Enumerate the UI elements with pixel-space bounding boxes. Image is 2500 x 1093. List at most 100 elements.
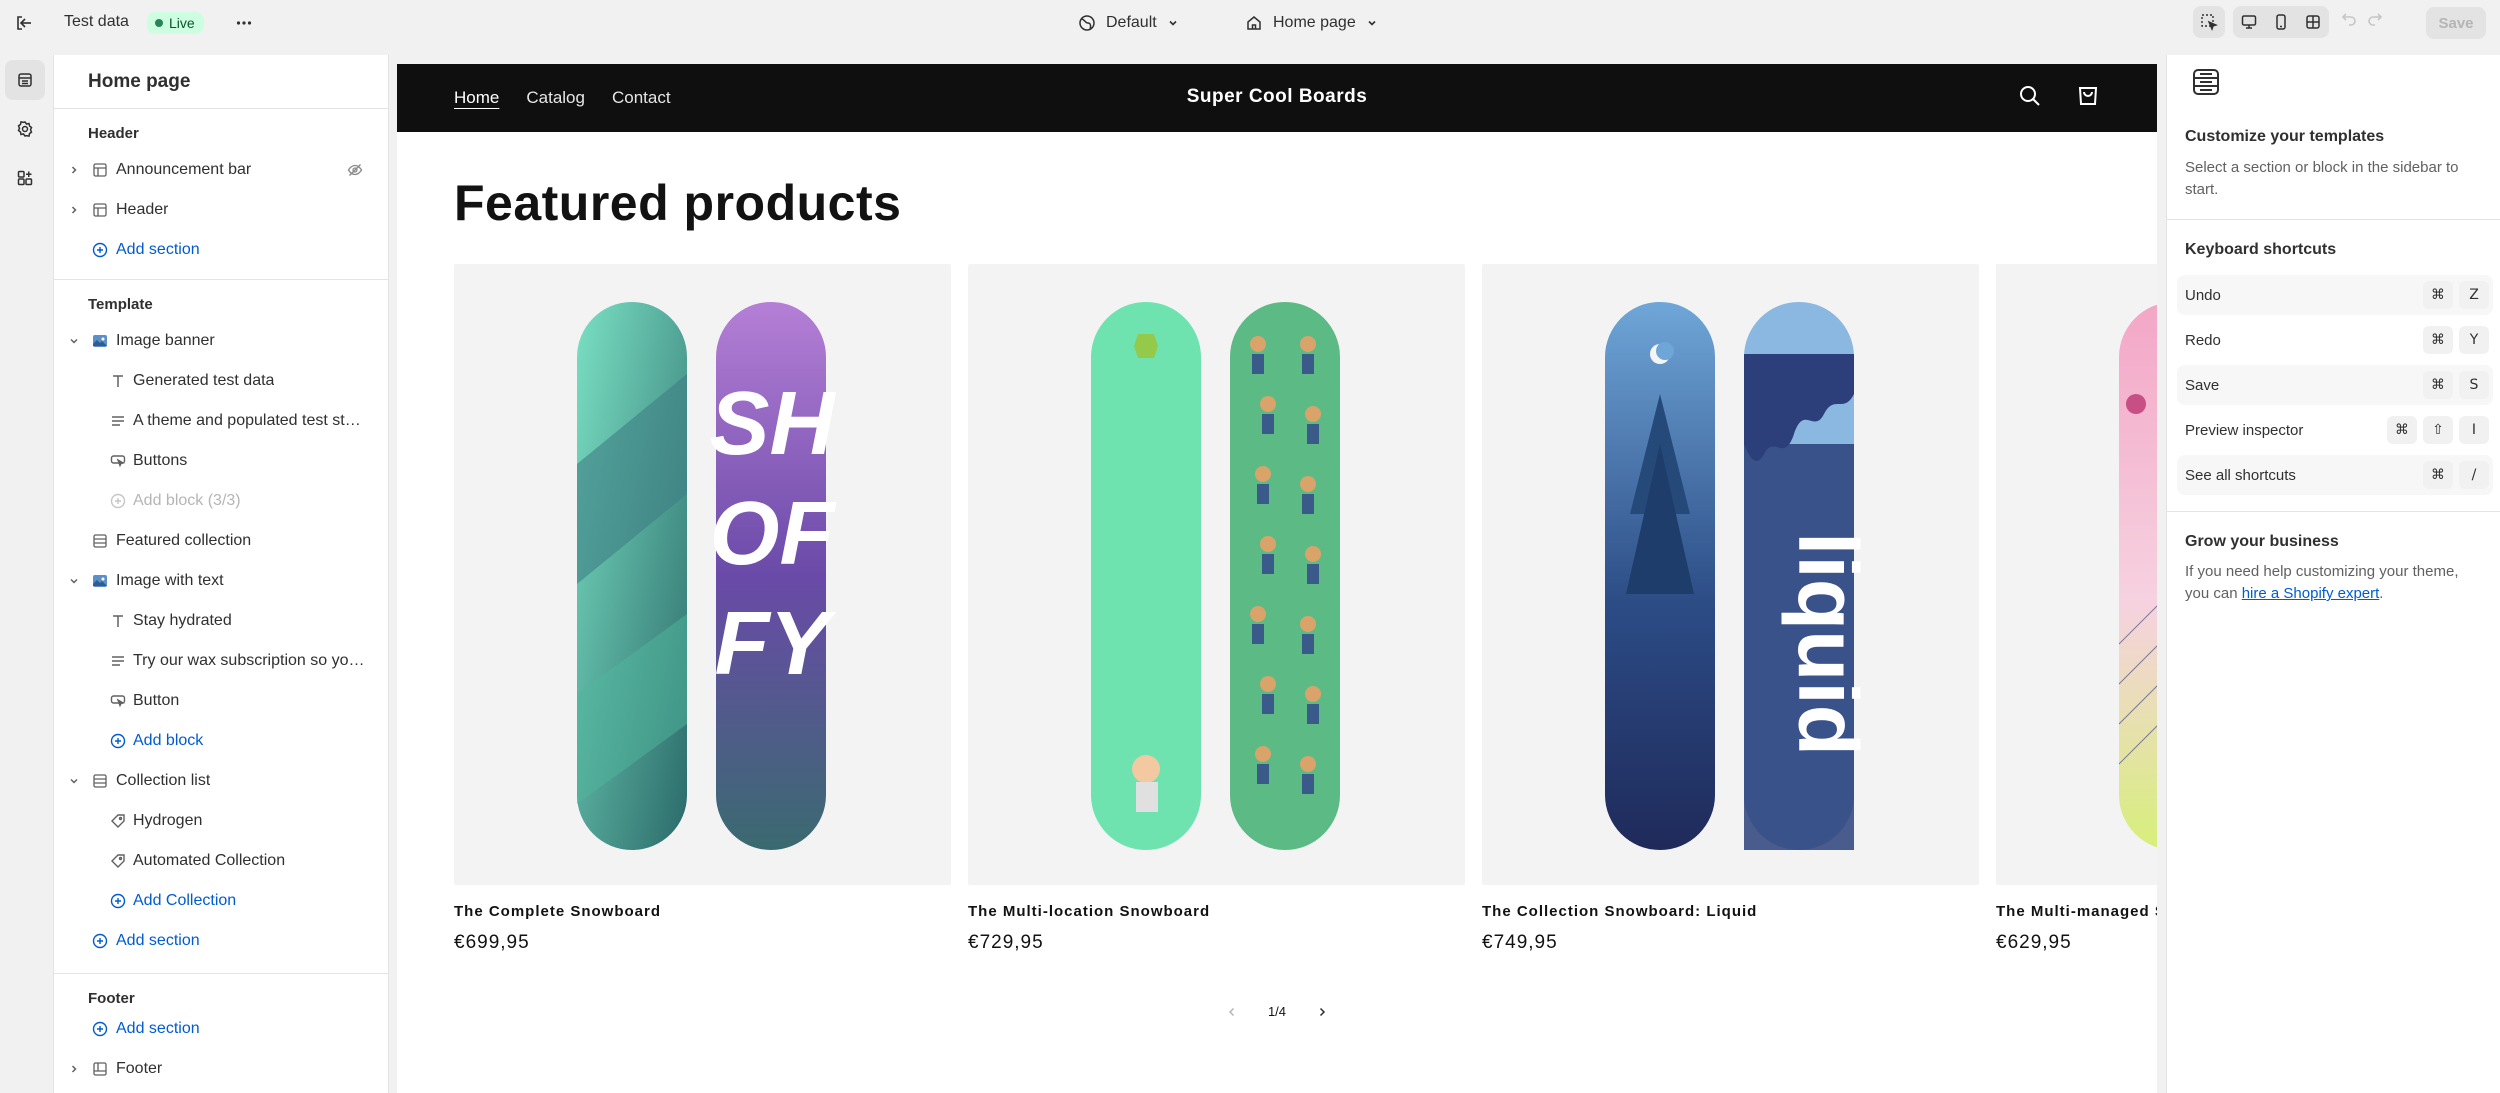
- hire-expert-link[interactable]: hire a Shopify expert: [2242, 585, 2380, 602]
- text-icon: [109, 612, 127, 630]
- sidebar-item-label: Image banner: [116, 332, 215, 349]
- editor-topbar: Test data Live Default Home page Save: [0, 0, 2500, 46]
- add-section-button[interactable]: Add section: [54, 923, 388, 959]
- product-title[interactable]: The Complete Snowboard: [454, 903, 951, 920]
- shortcut-label: Preview inspector: [2185, 421, 2304, 439]
- chevron-down-icon[interactable]: [68, 335, 80, 347]
- shortcut-label: Undo: [2185, 286, 2221, 304]
- fullscreen-view-icon[interactable]: [2297, 6, 2329, 38]
- desktop-view-icon[interactable]: [2233, 6, 2265, 38]
- block-item-collection[interactable]: Hydrogen: [54, 803, 388, 839]
- block-item-label: Try our wax subscription so you ...: [133, 652, 367, 669]
- chevron-left-icon[interactable]: [1226, 1006, 1238, 1018]
- sidebar-item-footer[interactable]: Footer: [54, 1051, 388, 1087]
- group-header-label: Header: [88, 125, 139, 142]
- product-card[interactable]: The Multi-location Snowboard €729,95: [968, 264, 1465, 954]
- section-layout-icon: [91, 201, 109, 219]
- divider: [54, 973, 388, 974]
- sidebar-item-announcement-bar[interactable]: Announcement bar: [54, 152, 388, 188]
- inspector-toggle-icon[interactable]: [2193, 6, 2225, 38]
- status-badge-label: Live: [169, 15, 195, 31]
- add-section-label: Add section: [116, 932, 200, 949]
- shortcut-row-redo: Redo ⌘ Y: [2177, 320, 2493, 360]
- undo-icon[interactable]: [2340, 9, 2358, 27]
- sidebar-item-header[interactable]: Header: [54, 192, 388, 228]
- more-actions-icon[interactable]: [230, 9, 258, 37]
- svg-text:liquid: liquid: [1781, 532, 1875, 756]
- chevron-right-icon[interactable]: [68, 1063, 80, 1075]
- customize-title: Customize your templates: [2185, 128, 2385, 145]
- chevron-right-icon[interactable]: [68, 204, 80, 216]
- block-item-buttons[interactable]: Buttons: [54, 443, 388, 479]
- svg-text:SH: SH: [709, 374, 836, 474]
- plus-circle-icon: [91, 241, 109, 259]
- home-icon: [1247, 16, 1261, 30]
- add-section-label: Add section: [116, 241, 200, 258]
- page-selector[interactable]: Home page: [1245, 9, 1378, 37]
- product-title[interactable]: The Multi-location Snowboard: [968, 903, 1465, 920]
- cart-icon[interactable]: [2075, 83, 2101, 109]
- chevron-down-icon[interactable]: [68, 775, 80, 787]
- theme-globe-icon: [1079, 15, 1095, 31]
- exit-icon[interactable]: [10, 9, 38, 37]
- command-key: ⌘: [2423, 371, 2453, 399]
- product-card[interactable]: The Multi-managed Snowboard €629,95: [1996, 264, 2157, 954]
- product-image[interactable]: SH OF FY: [454, 264, 951, 885]
- sidebar-item-label: Collection list: [116, 772, 211, 789]
- store-brand[interactable]: Super Cool Boards: [397, 86, 2157, 108]
- chevron-down-icon: [1169, 20, 1177, 26]
- storefront-preview[interactable]: Home Catalog Contact Super Cool Boards F…: [397, 64, 2157, 1093]
- hidden-eye-icon[interactable]: [347, 162, 363, 183]
- sidebar-item-label: Header: [116, 201, 169, 218]
- section-layout-icon: [91, 161, 109, 179]
- add-collection-button[interactable]: Add Collection: [54, 883, 388, 919]
- add-block-disabled-button[interactable]: Add block (3/3): [54, 483, 388, 519]
- mobile-view-icon[interactable]: [2265, 6, 2297, 38]
- pagination-counter: 1/4: [1267, 1004, 1287, 1019]
- product-price: €729,95: [968, 932, 1044, 953]
- sidebar-item-image-with-text[interactable]: Image with text: [54, 563, 388, 599]
- search-icon[interactable]: [2017, 83, 2043, 109]
- product-image[interactable]: [968, 264, 1465, 885]
- section-layout-icon: [91, 532, 109, 550]
- redo-icon[interactable]: [2366, 9, 2384, 27]
- block-item-heading[interactable]: Generated test data: [54, 363, 388, 399]
- block-item-text[interactable]: A theme and populated test store...: [54, 403, 388, 439]
- apps-icon[interactable]: [5, 158, 45, 198]
- settings-gear-icon[interactable]: [5, 109, 45, 149]
- paragraph-icon: [109, 412, 127, 430]
- product-image[interactable]: liquid: [1482, 264, 1979, 885]
- sidebar-item-collection-list[interactable]: Collection list: [54, 763, 388, 799]
- chevron-right-icon[interactable]: [1316, 1006, 1328, 1018]
- group-footer-label: Footer: [88, 990, 135, 1007]
- add-block-button[interactable]: Add block: [54, 723, 388, 759]
- inspector-panel: Customize your templates Select a sectio…: [2166, 55, 2500, 1093]
- product-image[interactable]: [1996, 264, 2157, 885]
- product-card[interactable]: liquid The Collection Snowboard: Liquid …: [1482, 264, 1979, 954]
- divider: [54, 108, 388, 109]
- block-item-collection[interactable]: Automated Collection: [54, 843, 388, 879]
- save-button[interactable]: Save: [2426, 7, 2486, 39]
- add-section-button[interactable]: Add section: [54, 1011, 388, 1047]
- product-card[interactable]: SH OF FY The Complete Snowboard €699,95: [454, 264, 951, 954]
- chevron-right-icon[interactable]: [68, 164, 80, 176]
- theme-selector[interactable]: Default: [1078, 9, 1179, 37]
- chevron-down-icon[interactable]: [68, 575, 80, 587]
- block-item-text[interactable]: Try our wax subscription so you ...: [54, 643, 388, 679]
- shortcut-row-undo: Undo ⌘ Z: [2177, 275, 2493, 315]
- add-section-label: Add section: [116, 1020, 200, 1037]
- command-key: ⌘: [2423, 281, 2453, 309]
- theme-selector-label: Default: [1106, 14, 1157, 31]
- sidebar-item-image-banner[interactable]: Image banner: [54, 323, 388, 359]
- block-item-button[interactable]: Button: [54, 683, 388, 719]
- shortcut-row-preview-inspector: Preview inspector ⌘ ⇧ I: [2177, 410, 2493, 450]
- shortcut-row-see-all: See all shortcuts ⌘ /: [2177, 455, 2493, 495]
- product-title[interactable]: The Multi-managed Snowboard: [1996, 903, 2157, 920]
- block-item-heading[interactable]: Stay hydrated: [54, 603, 388, 639]
- add-section-button[interactable]: Add section: [54, 232, 388, 268]
- sections-icon[interactable]: [5, 60, 45, 100]
- shortcuts-title: Keyboard shortcuts: [2185, 241, 2337, 258]
- product-title[interactable]: The Collection Snowboard: Liquid: [1482, 903, 1979, 920]
- key: I: [2459, 416, 2489, 444]
- sidebar-item-featured-collection[interactable]: Featured collection: [54, 523, 388, 559]
